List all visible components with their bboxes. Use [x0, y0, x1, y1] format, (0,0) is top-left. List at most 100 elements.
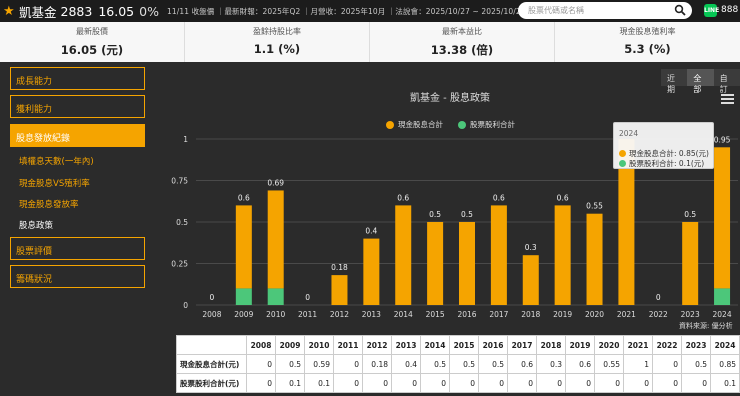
x-tick-label: 2024: [713, 310, 732, 319]
data-label: 0: [656, 293, 661, 302]
table-cell-cash: 0.6: [565, 354, 595, 374]
data-label: 0: [305, 293, 310, 302]
legend-cash-swatch: [386, 120, 394, 129]
x-tick-label: 2019: [553, 310, 572, 319]
legend-cash[interactable]: 現金股息合計: [386, 119, 443, 130]
y-tick-label: 0.75: [171, 177, 188, 186]
table-cell-cash: 0.3: [536, 354, 566, 374]
y-tick-label: 1: [183, 135, 188, 144]
data-label: 0.5: [684, 210, 696, 219]
data-label: 0.5: [429, 210, 441, 219]
table-cell-cash: 0.59: [304, 354, 334, 374]
tooltip-title: 2024: [619, 129, 639, 138]
data-label: 0.5: [461, 210, 473, 219]
sidebar-item-valuation[interactable]: 股票評價: [10, 237, 145, 260]
sidebar-sub-dividend-policy[interactable]: 股息政策: [19, 219, 53, 231]
y-tick-label: 0: [183, 301, 188, 310]
menu-icon[interactable]: [720, 92, 735, 106]
x-tick-label: 2008: [202, 310, 221, 319]
search-icon[interactable]: [674, 4, 686, 16]
legend-stock[interactable]: 股票股利合計: [458, 119, 515, 130]
table-cell-stock: 0: [652, 373, 682, 393]
bar-cash: [490, 205, 507, 305]
table-cell-stock: 0: [420, 373, 450, 393]
bar-cash: [554, 205, 571, 305]
summary-value: 1.1 (%): [253, 42, 301, 56]
table-cell-stock: 0.1: [710, 373, 740, 393]
range-custom-button[interactable]: 自訂: [713, 69, 740, 94]
table-year-header: 2012: [362, 335, 392, 355]
x-tick-label: 2015: [426, 310, 445, 319]
bar-stock: [235, 288, 252, 305]
bar-cash: [682, 222, 699, 305]
chart-tooltip: 2024 現金股息合計: 0.85(元) 股票股利合計: 0.1(元): [613, 122, 714, 169]
search-placeholder: 股票代碼或名稱: [528, 6, 584, 15]
table-cell-cash: 0.5: [681, 354, 711, 374]
range-recent-button[interactable]: 近期: [661, 69, 688, 94]
bar-cash: [522, 255, 539, 305]
table-cell-stock: 0: [449, 373, 479, 393]
favorite-star-icon[interactable]: ★: [3, 4, 17, 19]
range-all-button[interactable]: 全部: [687, 69, 714, 94]
row-label-cash: 現金股息合計(元): [176, 354, 247, 374]
data-label: 0.95: [714, 135, 731, 144]
sidebar-sub-fill-days[interactable]: 填權息天數(一年內): [19, 155, 94, 167]
sidebar-sub-cash-vs-yield[interactable]: 現金股息VS殖利率: [19, 177, 90, 189]
table-cell-stock: 0.1: [275, 373, 305, 393]
table-cell-cash: 0.85: [710, 354, 740, 374]
table-cell-cash: 0.18: [362, 354, 392, 374]
sidebar-item-chips[interactable]: 籌碼狀況: [10, 265, 145, 288]
table-year-header: 2009: [275, 335, 305, 355]
table-corner: [176, 335, 247, 355]
sidebar-sub-payout-ratio[interactable]: 現金股息發放率: [19, 198, 79, 210]
tooltip-cash-swatch: [619, 150, 626, 157]
table-cell-stock: 0: [536, 373, 566, 393]
table-year-header: 2023: [681, 335, 711, 355]
table-year-header: 2008: [246, 335, 276, 355]
dividend-table: 2008 2009 2010 2011 2012 2013 2014 2015 2016 2017…: [176, 335, 740, 393]
bar-cash: [363, 238, 380, 305]
sidebar-item-dividend-record[interactable]: 股息發放紀錄: [10, 124, 145, 147]
bar-cash: [459, 222, 475, 305]
table-cell-cash: 0.55: [594, 354, 624, 374]
table-cell-stock: 0: [362, 373, 392, 393]
table-cell-cash: 0: [652, 354, 682, 374]
bar-cash: [235, 205, 252, 289]
bar-stock: [714, 288, 731, 305]
summary-value: 13.38 (倍): [430, 43, 494, 57]
table-cell-stock: 0.1: [304, 373, 334, 393]
x-tick-label: 2020: [585, 310, 604, 319]
table-year-header: 2018: [536, 335, 566, 355]
x-tick-label: 2011: [298, 310, 317, 319]
data-label: 0.6: [557, 193, 569, 202]
line-app-icon[interactable]: LINE: [704, 4, 719, 17]
table-cell-stock: 0: [507, 373, 537, 393]
user-code[interactable]: 888: [721, 5, 738, 15]
table-year-header: 2019: [565, 335, 595, 355]
legend-cash-label: 現金股息合計: [398, 120, 443, 129]
table-cell-cash: 0.5: [449, 354, 479, 374]
table-cell-cash: 0: [246, 354, 276, 374]
table-year-header: 2014: [420, 335, 450, 355]
sidebar-item-profitability[interactable]: 獲利能力: [10, 95, 145, 118]
data-label: 0.69: [267, 178, 284, 187]
summary-label: 最新本益比: [442, 27, 482, 36]
bar-cash: [267, 190, 284, 289]
summary-label: 盈餘持股比率: [253, 27, 301, 36]
x-tick-label: 2012: [330, 310, 349, 319]
table-cell-stock: 0: [246, 373, 276, 393]
table-cell-cash: 0.6: [507, 354, 537, 374]
x-tick-label: 2016: [457, 310, 476, 319]
table-cell-stock: 0: [681, 373, 711, 393]
table-year-header: 2016: [478, 335, 508, 355]
table-cell-cash: 1: [623, 354, 653, 374]
legend-stock-label: 股票股利合計: [470, 120, 515, 129]
data-label: 0.55: [586, 202, 603, 211]
tooltip-stock-swatch: [619, 160, 626, 167]
search-input[interactable]: 股票代碼或名稱: [518, 2, 692, 19]
table-cell-stock: 0: [478, 373, 508, 393]
data-label: 0: [210, 293, 215, 302]
summary-label: 現金股息殖利率: [619, 27, 676, 36]
sidebar-item-growth[interactable]: 成長能力: [10, 67, 145, 90]
summary-value: 16.05 (元): [60, 43, 124, 57]
